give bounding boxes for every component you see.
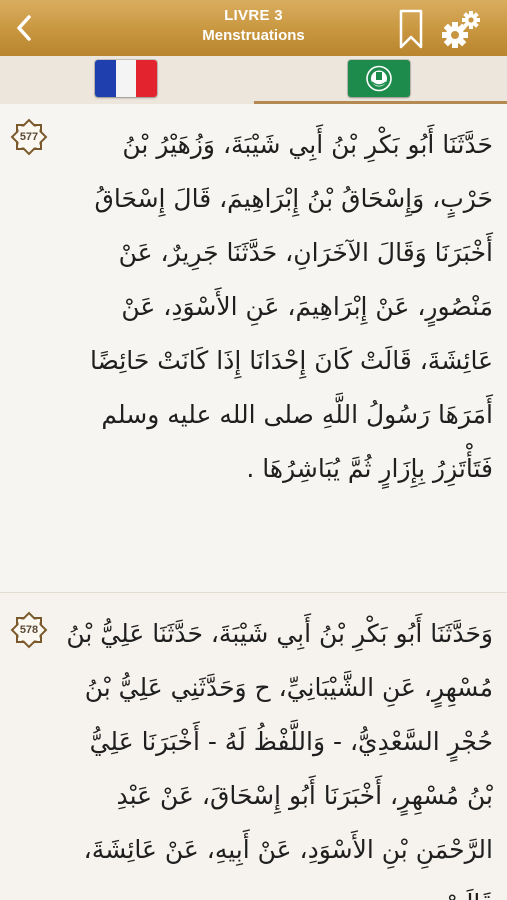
- hadith-item: 577 حَدَّثَنَا أَبُو بَكْرِ بْنُ أَبِي ش…: [0, 104, 507, 593]
- hadith-list[interactable]: 577 حَدَّثَنَا أَبُو بَكْرِ بْنُ أَبِي ش…: [0, 104, 507, 900]
- hadith-text: وَحَدَّثَنَا أَبُو بَكْرِ بْنُ أَبِي شَي…: [66, 619, 493, 900]
- france-flag-icon: [95, 60, 157, 97]
- book-title: LIVRE 3: [224, 7, 283, 24]
- tab-french[interactable]: [0, 56, 253, 104]
- settings-button[interactable]: [440, 8, 484, 50]
- hadith-text: حَدَّثَنَا أَبُو بَكْرِ بْنُ أَبِي شَيْب…: [90, 130, 493, 483]
- hadith-item: 578 وَحَدَّثَنَا أَبُو بَكْرِ بْنُ أَبِي…: [0, 593, 507, 900]
- back-button[interactable]: [6, 8, 42, 48]
- hadith-number: 578: [19, 624, 39, 636]
- chapter-title: Menstruations: [202, 27, 305, 44]
- arab-league-flag-icon: [348, 60, 410, 97]
- hadith-number: 577: [19, 131, 39, 143]
- gear-icon: [442, 11, 480, 48]
- tab-arabic[interactable]: [254, 56, 507, 104]
- title-block: LIVRE 3 Menstruations: [120, 6, 387, 46]
- bookmark-button[interactable]: [396, 8, 426, 50]
- hadith-number-badge: 578: [8, 609, 50, 651]
- bookmark-icon: [399, 9, 423, 49]
- hadith-number-badge: 577: [8, 116, 50, 158]
- language-tab-bar: [0, 56, 507, 104]
- top-navigation-bar: LIVRE 3 Menstruations: [0, 0, 507, 56]
- chevron-left-icon: [17, 15, 31, 41]
